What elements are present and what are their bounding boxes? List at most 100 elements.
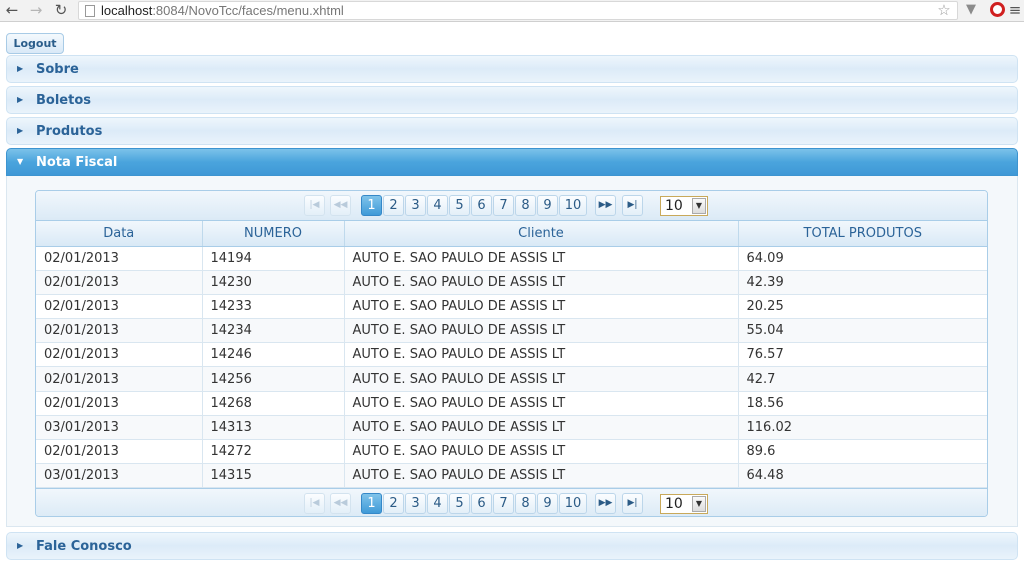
page-button-10[interactable]: 10 bbox=[559, 195, 587, 216]
cell-total: 55.04 bbox=[738, 318, 987, 344]
back-arrow-icon[interactable]: ← bbox=[3, 1, 21, 19]
first-page-icon[interactable]: |◀ bbox=[304, 493, 325, 514]
cell-total: 64.09 bbox=[738, 246, 987, 271]
next-page-icon[interactable]: ▶▶ bbox=[595, 493, 616, 514]
forward-arrow-icon[interactable]: → bbox=[27, 1, 45, 19]
nota-fiscal-table: Data NUMERO Cliente TOTAL PRODUTOS 02/01… bbox=[36, 221, 987, 489]
triangle-down-icon: ▼ bbox=[17, 157, 24, 166]
rows-per-page-select[interactable]: 10 ▼ bbox=[660, 494, 708, 514]
page-button-10[interactable]: 10 bbox=[559, 493, 587, 514]
triangle-right-icon: ▶ bbox=[17, 64, 24, 73]
page-button-5[interactable]: 5 bbox=[449, 195, 470, 216]
accordion-label: Boletos bbox=[36, 93, 91, 108]
page-button-3[interactable]: 3 bbox=[405, 195, 426, 216]
cell-total: 64.48 bbox=[738, 463, 987, 489]
column-header-cliente[interactable]: Cliente bbox=[344, 221, 739, 247]
table-row[interactable]: 02/01/2013 14272 AUTO E. SAO PAULO DE ASSI… bbox=[36, 439, 987, 465]
page-button-1[interactable]: 1 bbox=[361, 195, 382, 216]
accordion-tab-fale-conosco[interactable]: ▶ Fale Conosco bbox=[6, 532, 1018, 560]
cell-data: 02/01/2013 bbox=[36, 318, 203, 344]
cell-numero: 14313 bbox=[202, 415, 345, 441]
cell-cliente: AUTO E. SAO PAULO DE ASSIS LT bbox=[344, 415, 739, 441]
previous-page-icon[interactable]: ◀◀ bbox=[330, 195, 351, 216]
cell-data: 02/01/2013 bbox=[36, 439, 203, 465]
table-row[interactable]: 02/01/2013 14194 AUTO E. SAO PAULO DE ASSI… bbox=[36, 246, 987, 271]
logout-button[interactable]: Logout bbox=[6, 33, 64, 54]
address-bar[interactable]: localhost:8084/NovoTcc/faces/menu.xhtml bbox=[78, 1, 958, 20]
cell-numero: 14234 bbox=[202, 318, 345, 344]
triangle-right-icon: ▶ bbox=[17, 95, 24, 104]
accordion-tab-sobre[interactable]: ▶ Sobre bbox=[6, 55, 1018, 83]
page-button-8[interactable]: 8 bbox=[515, 195, 536, 216]
rows-per-page-select[interactable]: 10 ▼ bbox=[660, 196, 708, 216]
page-button-7[interactable]: 7 bbox=[493, 195, 514, 216]
cell-numero: 14268 bbox=[202, 391, 345, 416]
column-header-data[interactable]: Data bbox=[36, 221, 203, 247]
page-button-3[interactable]: 3 bbox=[405, 493, 426, 514]
page-button-4[interactable]: 4 bbox=[427, 195, 448, 216]
cell-numero: 14272 bbox=[202, 439, 345, 465]
accordion-label: Nota Fiscal bbox=[36, 155, 118, 170]
paginator-bottom: |◀ ◀◀ 1 2 3 4 5 6 7 8 9 10 ▶▶ ▶| 10 ▼ bbox=[36, 488, 987, 516]
page-button-5[interactable]: 5 bbox=[449, 493, 470, 514]
cell-data: 02/01/2013 bbox=[36, 391, 203, 416]
cell-cliente: AUTO E. SAO PAULO DE ASSIS LT bbox=[344, 270, 739, 295]
page-button-1[interactable]: 1 bbox=[361, 493, 382, 514]
cell-total: 18.56 bbox=[738, 391, 987, 416]
cell-cliente: AUTO E. SAO PAULO DE ASSIS LT bbox=[344, 391, 739, 416]
cell-data: 02/01/2013 bbox=[36, 366, 203, 392]
bookmark-star-icon[interactable]: ☆ bbox=[935, 1, 953, 19]
page-icon bbox=[85, 5, 95, 17]
cell-total: 116.02 bbox=[738, 415, 987, 441]
page-button-8[interactable]: 8 bbox=[515, 493, 536, 514]
chevron-down-icon: ▼ bbox=[692, 496, 706, 512]
accordion-label: Sobre bbox=[36, 62, 79, 77]
accordion-tab-nota-fiscal[interactable]: ▼ Nota Fiscal bbox=[6, 148, 1018, 176]
table-row[interactable]: 02/01/2013 14268 AUTO E. SAO PAULO DE ASSI… bbox=[36, 391, 987, 416]
accordion-label: Fale Conosco bbox=[36, 539, 132, 554]
table-row[interactable]: 02/01/2013 14256 AUTO E. SAO PAULO DE ASSI… bbox=[36, 366, 987, 392]
table-row[interactable]: 03/01/2013 14313 AUTO E. SAO PAULO DE ASSI… bbox=[36, 415, 987, 441]
cell-cliente: AUTO E. SAO PAULO DE ASSIS LT bbox=[344, 342, 739, 368]
cell-numero: 14246 bbox=[202, 342, 345, 368]
download-extension-icon[interactable]: ▼ bbox=[962, 1, 980, 19]
page-button-9[interactable]: 9 bbox=[537, 493, 558, 514]
chevron-down-icon: ▼ bbox=[692, 198, 706, 214]
previous-page-icon[interactable]: ◀◀ bbox=[330, 493, 351, 514]
cell-data: 02/01/2013 bbox=[36, 270, 203, 295]
table-row[interactable]: 02/01/2013 14234 AUTO E. SAO PAULO DE ASSI… bbox=[36, 318, 987, 344]
table-row[interactable]: 02/01/2013 14233 AUTO E. SAO PAULO DE ASSI… bbox=[36, 294, 987, 320]
opera-extension-icon[interactable] bbox=[988, 1, 1006, 19]
last-page-icon[interactable]: ▶| bbox=[622, 493, 643, 514]
cell-cliente: AUTO E. SAO PAULO DE ASSIS LT bbox=[344, 294, 739, 320]
first-page-icon[interactable]: |◀ bbox=[304, 195, 325, 216]
cell-data: 03/01/2013 bbox=[36, 463, 203, 489]
table-row[interactable]: 03/01/2013 14315 AUTO E. SAO PAULO DE ASSI… bbox=[36, 463, 987, 489]
cell-numero: 14315 bbox=[202, 463, 345, 489]
page-button-2[interactable]: 2 bbox=[383, 493, 404, 514]
column-header-total-produtos[interactable]: TOTAL PRODUTOS bbox=[738, 221, 987, 247]
cell-data: 02/01/2013 bbox=[36, 246, 203, 271]
page-button-2[interactable]: 2 bbox=[383, 195, 404, 216]
cell-cliente: AUTO E. SAO PAULO DE ASSIS LT bbox=[344, 439, 739, 465]
accordion-tab-boletos[interactable]: ▶ Boletos bbox=[6, 86, 1018, 114]
next-page-icon[interactable]: ▶▶ bbox=[595, 195, 616, 216]
accordion-tab-produtos[interactable]: ▶ Produtos bbox=[6, 117, 1018, 145]
table-row[interactable]: 02/01/2013 14230 AUTO E. SAO PAULO DE ASSI… bbox=[36, 270, 987, 295]
cell-total: 76.57 bbox=[738, 342, 987, 368]
page-button-4[interactable]: 4 bbox=[427, 493, 448, 514]
reload-icon[interactable]: ↻ bbox=[52, 1, 70, 19]
browser-menu-icon[interactable]: ≡ bbox=[1006, 1, 1024, 19]
url-text: localhost:8084/NovoTcc/faces/menu.xhtml bbox=[101, 3, 344, 18]
cell-numero: 14230 bbox=[202, 270, 345, 295]
triangle-right-icon: ▶ bbox=[17, 541, 24, 550]
last-page-icon[interactable]: ▶| bbox=[622, 195, 643, 216]
page-button-6[interactable]: 6 bbox=[471, 195, 492, 216]
table-row[interactable]: 02/01/2013 14246 AUTO E. SAO PAULO DE ASSI… bbox=[36, 342, 987, 368]
column-header-numero[interactable]: NUMERO bbox=[202, 221, 345, 247]
browser-toolbar: ← → ↻ localhost:8084/NovoTcc/faces/menu.… bbox=[0, 0, 1024, 22]
page-button-7[interactable]: 7 bbox=[493, 493, 514, 514]
cell-cliente: AUTO E. SAO PAULO DE ASSIS LT bbox=[344, 463, 739, 489]
page-button-6[interactable]: 6 bbox=[471, 493, 492, 514]
page-button-9[interactable]: 9 bbox=[537, 195, 558, 216]
